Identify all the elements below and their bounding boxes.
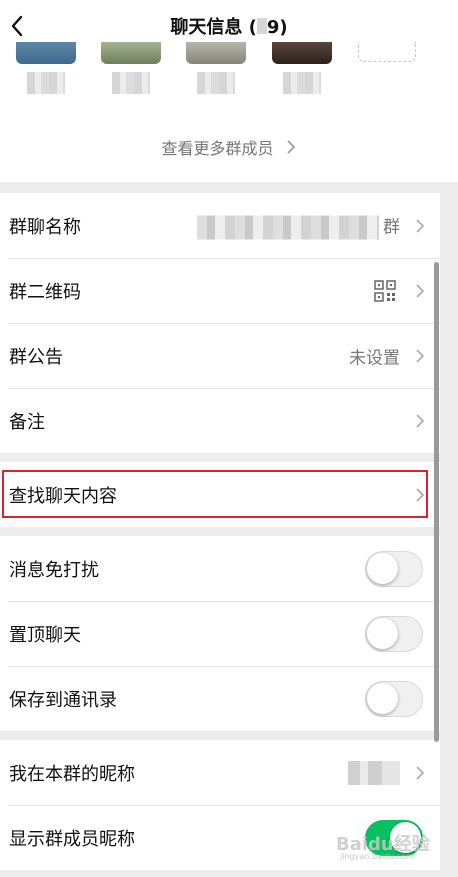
group-name-suffix: 群 [383, 217, 400, 237]
add-member-button[interactable] [358, 42, 416, 62]
save-contacts-toggle[interactable] [365, 680, 423, 717]
my-nickname-value [348, 760, 400, 785]
avatar[interactable] [101, 42, 161, 64]
pin-toggle[interactable] [365, 615, 423, 652]
row-group-notice[interactable]: 群公告 未设置 [0, 323, 440, 388]
page-title: 聊天信息 ( 9) [0, 13, 458, 39]
row-qr-code[interactable]: 群二维码 [0, 258, 440, 323]
avatar[interactable] [272, 42, 332, 64]
qr-code-icon [374, 279, 396, 302]
group-notice-value: 未设置 [349, 348, 400, 368]
chevron-right-icon [416, 218, 425, 233]
page-title-text: 聊天信息 ( [170, 17, 257, 38]
chevron-right-icon [286, 140, 295, 154]
member-name-blurred [283, 72, 321, 94]
member-item[interactable] [272, 42, 332, 102]
member-name-blurred [112, 72, 150, 94]
member-name-blurred [27, 72, 65, 94]
my-nickname-label: 我在本群的昵称 [9, 763, 135, 785]
group-notice-label: 群公告 [9, 346, 63, 368]
group-name-blurred [197, 215, 379, 239]
settings-group-search: 查找聊天内容 [0, 462, 440, 527]
settings-group-toggles: 消息免打扰 置顶聊天 保存到通讯录 [0, 536, 440, 731]
member-name-blurred [197, 72, 235, 94]
toggle-knob [367, 552, 398, 584]
settings-group-info: 群聊名称 群 群二维码 群公告 未设置 备注 [0, 193, 440, 453]
avatar[interactable] [16, 42, 76, 64]
row-search-chat[interactable]: 查找聊天内容 [0, 462, 440, 527]
baidu-watermark-logo: Baidu经验 jingyan.baidu.com [336, 822, 436, 862]
chevron-right-icon [416, 348, 425, 363]
row-remark[interactable]: 备注 [0, 388, 440, 453]
search-chat-label: 查找聊天内容 [9, 485, 117, 507]
group-name-label: 群聊名称 [9, 216, 81, 238]
row-group-name[interactable]: 群聊名称 群 [0, 193, 440, 258]
group-name-value: 群 [197, 212, 400, 239]
mute-toggle[interactable] [365, 550, 423, 587]
chevron-right-icon [416, 765, 425, 780]
member-item[interactable] [16, 42, 76, 102]
toggle-knob [367, 617, 398, 649]
page-title-count: 9) [266, 17, 288, 38]
chevron-right-icon [416, 413, 425, 428]
member-item[interactable] [186, 42, 246, 102]
my-nickname-blurred [348, 760, 400, 785]
toggle-knob [367, 682, 398, 714]
row-save-contacts: 保存到通讯录 [0, 666, 440, 731]
more-members-label: 查看更多群成员 [161, 139, 274, 158]
scrollbar[interactable] [434, 262, 439, 742]
member-item[interactable] [101, 42, 161, 102]
row-mute: 消息免打扰 [0, 536, 440, 601]
qr-code-label: 群二维码 [9, 281, 81, 303]
chevron-right-icon [416, 283, 425, 298]
row-pin: 置顶聊天 [0, 601, 440, 666]
pin-label: 置顶聊天 [9, 624, 81, 646]
blurred-count [256, 18, 267, 34]
show-nickname-label: 显示群成员昵称 [9, 828, 135, 850]
row-my-nickname[interactable]: 我在本群的昵称 [0, 740, 440, 805]
watermark-url: jingyan.baidu.com [340, 852, 414, 861]
remark-label: 备注 [9, 411, 45, 433]
more-members-link[interactable]: 查看更多群成员 [0, 135, 458, 159]
avatar[interactable] [186, 42, 246, 64]
mute-label: 消息免打扰 [9, 559, 99, 581]
member-grid: 查看更多群成员 [0, 42, 458, 182]
chevron-right-icon [416, 487, 425, 502]
save-contacts-label: 保存到通讯录 [9, 689, 117, 711]
